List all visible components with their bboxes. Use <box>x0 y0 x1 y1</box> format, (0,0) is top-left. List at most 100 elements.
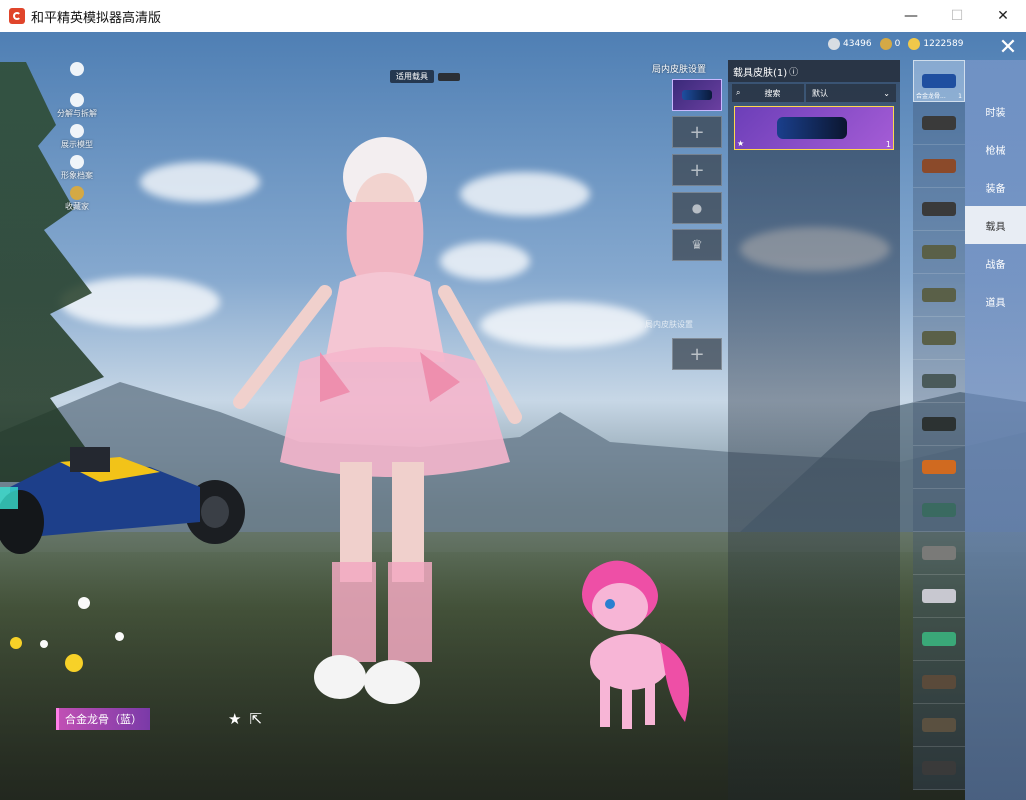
plus-icon: + <box>689 121 705 143</box>
vehicle-thumbnail-icon <box>922 503 956 517</box>
skin-slot-1[interactable] <box>672 79 722 111</box>
vehicle-list-item[interactable] <box>913 403 965 446</box>
minimize-button[interactable]: — <box>888 0 934 32</box>
left-menu-item-profile[interactable]: 形象档案 <box>52 155 102 186</box>
flower <box>40 640 48 648</box>
currency-gold: 1222589 <box>908 38 963 50</box>
right-category-nav: 时装 枪械 装备 载具 战备 道具 <box>965 60 1026 800</box>
car-icon <box>682 90 712 100</box>
nav-tab[interactable]: 装备 <box>965 168 1026 206</box>
vehicle-thumbnail-icon <box>922 417 956 431</box>
skin-slot-5[interactable]: ♛ <box>672 229 722 261</box>
left-menu-item-collector[interactable]: 收藏家 <box>52 186 102 217</box>
vehicle-list-item[interactable] <box>913 747 965 790</box>
vehicle-thumbnail-icon <box>922 718 956 732</box>
skin-panel-title: 载具皮肤(1) <box>733 67 788 79</box>
vehicle-list-item[interactable]: 合金龙骨... 1 <box>913 60 965 102</box>
window-controls: — ☐ ✕ <box>888 0 1026 32</box>
chevron-down-icon: ⌄ <box>883 88 890 98</box>
token-icon <box>879 38 892 50</box>
flowers <box>0 592 140 712</box>
game-viewport: 分解与拆解 展示模型 形象档案 收藏家 适用载具 43496 0 1222589… <box>0 32 1026 800</box>
profile-icon <box>70 155 84 169</box>
nav-tab[interactable]: 道具 <box>965 282 1026 320</box>
vehicle-thumbnail-icon <box>922 331 956 345</box>
pony-pet <box>582 560 690 729</box>
gun-icon <box>438 72 460 81</box>
vehicle-thumbnail-icon <box>922 288 956 302</box>
plus-icon: + <box>689 343 705 365</box>
close-icon: ✕ <box>998 34 1018 60</box>
puzzle-icon <box>70 93 84 107</box>
character-model <box>233 137 522 704</box>
vehicle-list-item[interactable] <box>913 704 965 747</box>
skin-card-count: 1 <box>885 140 891 149</box>
vehicle-list-item[interactable] <box>913 274 965 317</box>
vehicle-list-item[interactable] <box>913 231 965 274</box>
vehicle-skin-panel: 载具皮肤(1) ⓘ ⌕ 搜索 默认 ⌄ ★ 1 <box>728 60 900 800</box>
star-icon: ★ <box>737 139 745 148</box>
crown-icon: ♛ <box>691 237 703 253</box>
favorite-star-icon[interactable]: ★ <box>228 710 241 728</box>
skin-search-input[interactable]: ⌕ 搜索 <box>732 84 804 102</box>
slot-settings-label: 局内皮肤设置 <box>652 65 707 75</box>
search-icon: ⌕ <box>736 88 741 97</box>
gold-icon <box>908 38 921 50</box>
vehicle-thumbnail-icon <box>922 202 956 216</box>
vehicle-thumbnail-icon <box>922 159 956 173</box>
close-window-button[interactable]: ✕ <box>980 0 1026 32</box>
vehicle-list-item[interactable] <box>913 575 965 618</box>
vehicle-list-item[interactable] <box>913 532 965 575</box>
applicable-vehicle-tag[interactable]: 适用载具 <box>390 70 460 83</box>
close-panel-button[interactable]: ✕ <box>993 34 1023 60</box>
skin-slot-2[interactable]: + <box>672 116 722 148</box>
currency-silver: 43496 <box>828 38 872 50</box>
vehicle-list-item[interactable] <box>913 489 965 532</box>
car-icon <box>777 117 847 139</box>
microphone-icon: ● <box>691 201 703 215</box>
vehicle-list-item[interactable] <box>913 317 965 360</box>
nav-tab[interactable]: 载具 <box>965 206 1026 244</box>
kart-vehicle <box>0 447 245 554</box>
vehicle-thumbnail-icon <box>922 116 956 130</box>
left-menu-item-avatar[interactable] <box>52 62 102 93</box>
nav-tab[interactable]: 时装 <box>965 92 1026 130</box>
vehicle-list-item-count: 1 <box>958 93 962 100</box>
collector-badge-icon <box>70 186 84 200</box>
coin-icon <box>828 38 840 50</box>
vehicle-list-item[interactable] <box>913 618 965 661</box>
vehicle-list-item[interactable] <box>913 188 965 231</box>
nav-tab[interactable]: 战备 <box>965 244 1026 282</box>
skin-slot-3[interactable]: + <box>672 154 722 186</box>
vehicle-thumbnail-icon <box>922 374 956 388</box>
item-name: 合金龙骨（蓝） <box>65 713 142 726</box>
nav-tab[interactable]: 枪械 <box>965 130 1026 168</box>
vehicle-thumbnail-icon <box>922 632 956 646</box>
skin-slot-6[interactable]: + <box>672 338 722 370</box>
item-actions: ★ ⇱ <box>228 710 262 728</box>
vehicle-list-item[interactable] <box>913 145 965 188</box>
left-menu-item-show-model[interactable]: 展示模型 <box>52 124 102 155</box>
app-logo-icon <box>9 8 25 24</box>
maximize-button[interactable]: ☐ <box>934 0 980 32</box>
skin-slot-4[interactable]: ● <box>672 192 722 224</box>
vehicle-list-item[interactable] <box>913 102 965 145</box>
skin-card[interactable]: ★ 1 <box>734 106 894 150</box>
share-icon[interactable]: ⇱ <box>249 710 262 728</box>
left-menu-item-disassemble[interactable]: 分解与拆解 <box>52 93 102 124</box>
window-title: 和平精英模拟器高清版 <box>31 10 162 26</box>
vehicle-list-item[interactable] <box>913 661 965 704</box>
flower <box>10 637 22 649</box>
vehicle-list-item[interactable] <box>913 360 965 403</box>
person-icon <box>70 62 84 76</box>
currency-token: 0 <box>879 38 900 50</box>
skin-sort-value: 默认 <box>812 88 828 98</box>
skin-search-placeholder: 搜索 <box>764 88 781 98</box>
help-icon[interactable]: ⓘ <box>789 65 798 78</box>
vehicle-list-item[interactable] <box>913 446 965 489</box>
flower <box>115 632 124 641</box>
vehicle-list: 合金龙骨... 1 <box>913 60 965 790</box>
flower <box>78 597 90 609</box>
skin-sort-dropdown[interactable]: 默认 ⌄ <box>806 84 896 102</box>
